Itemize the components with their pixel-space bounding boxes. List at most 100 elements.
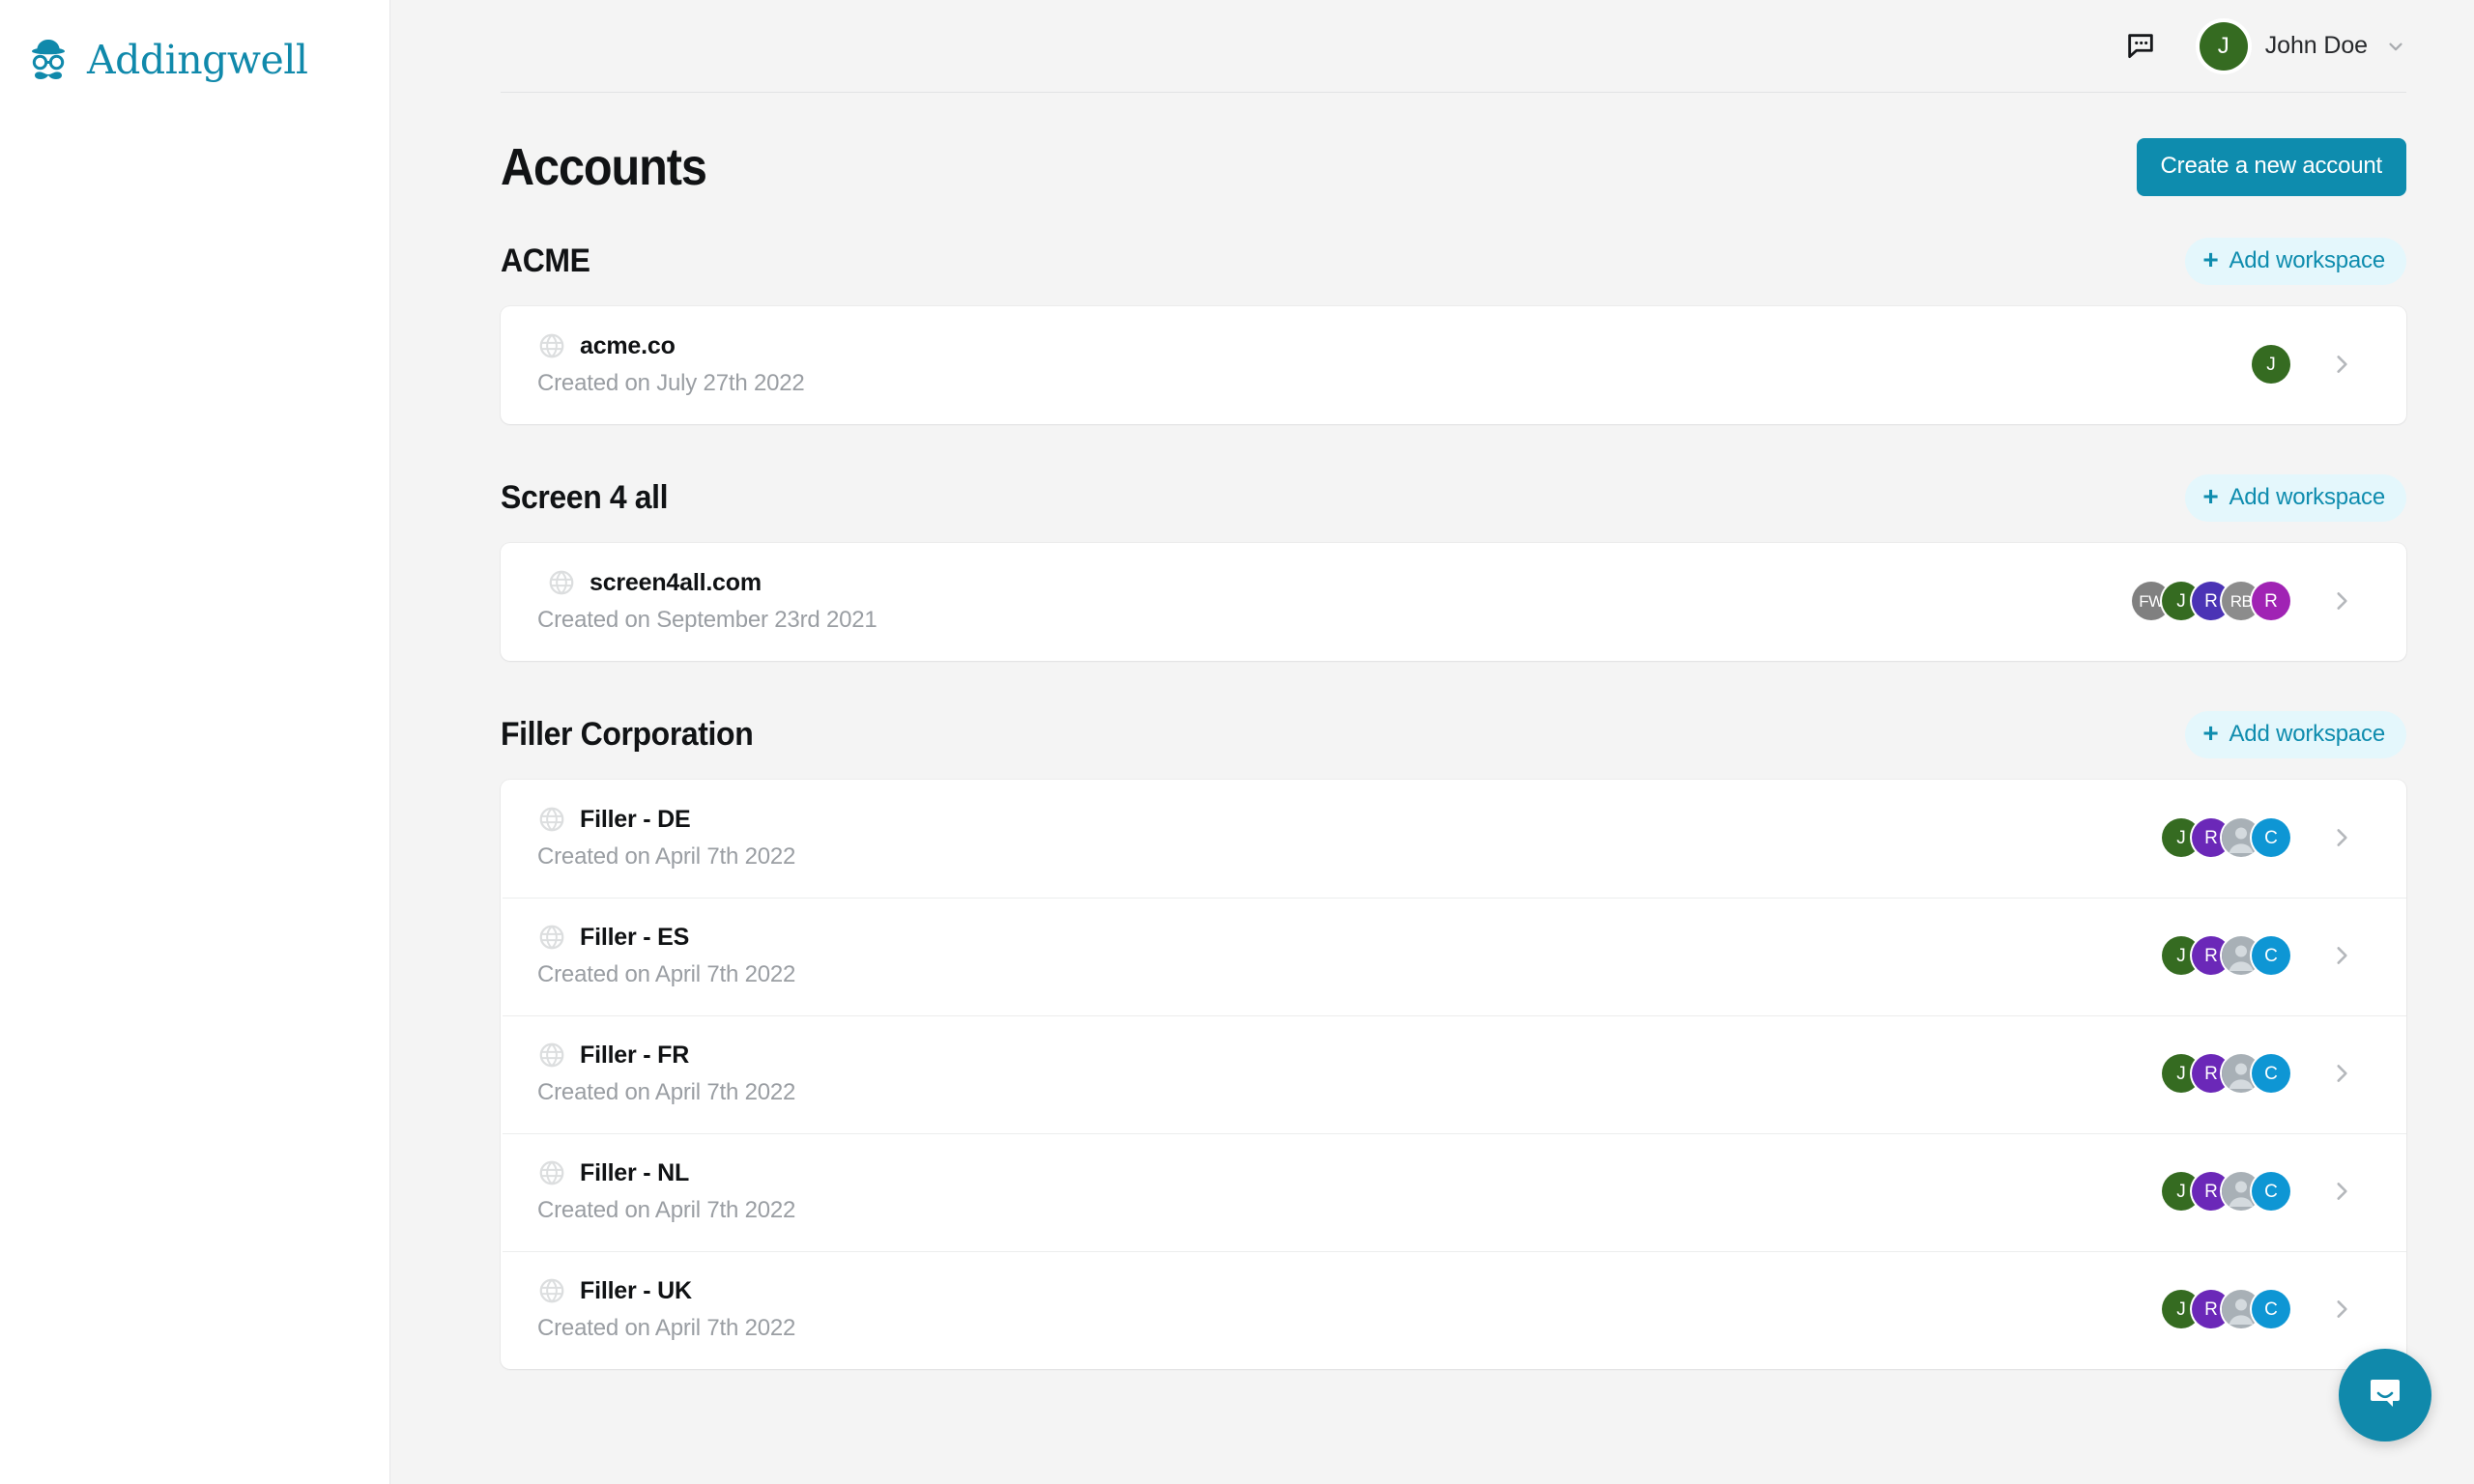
account-group: Screen 4 all + Add workspace screen4all.com… [501, 474, 2406, 661]
globe-icon [537, 923, 566, 952]
workspace-row[interactable]: Filler - DE Created on April 7th 2022 J R C [501, 780, 2406, 898]
sidebar: Addingwell [0, 0, 390, 1484]
workspace-row[interactable]: Filler - UK Created on April 7th 2022 J R C [501, 1251, 2406, 1369]
member-avatar: J [2252, 345, 2290, 384]
account-groups: ACME + Add workspace acme.co Created on July… [501, 238, 2406, 1369]
member-avatar: C [2252, 936, 2290, 975]
create-account-button[interactable]: Create a new account [2136, 138, 2406, 196]
add-workspace-button[interactable]: + Add workspace [2185, 711, 2406, 758]
workspace-created-date: Created on September 23rd 2021 [537, 607, 877, 633]
member-avatar-group: JRC [2162, 936, 2290, 975]
account-group: ACME + Add workspace acme.co Created on July… [501, 238, 2406, 424]
chevron-right-icon[interactable] [2329, 943, 2354, 968]
chevron-right-icon[interactable] [2329, 352, 2354, 377]
intercom-chat-icon [2362, 1370, 2408, 1421]
workspace-created-date: Created on April 7th 2022 [537, 1315, 796, 1341]
plus-icon: + [2202, 481, 2219, 511]
globe-icon [537, 805, 566, 834]
plus-icon: + [2202, 244, 2219, 274]
account-group-title: Filler Corporation [501, 716, 754, 753]
account-group-title: Screen 4 all [501, 479, 669, 516]
add-workspace-label: Add workspace [2229, 721, 2386, 747]
workspace-name: Filler - NL [580, 1158, 690, 1186]
member-avatar: C [2252, 818, 2290, 857]
brand-logo[interactable]: Addingwell [0, 27, 389, 85]
chevron-down-icon[interactable] [2385, 36, 2406, 57]
chevron-right-icon[interactable] [2329, 1297, 2354, 1322]
member-avatar: R [2252, 582, 2290, 620]
workspace-created-date: Created on April 7th 2022 [537, 843, 796, 870]
content: Accounts Create a new account ACME + Add w… [390, 93, 2474, 1369]
workspace-created-date: Created on July 27th 2022 [537, 370, 805, 396]
workspace-card: screen4all.com Created on September 23rd … [501, 543, 2406, 661]
chevron-right-icon[interactable] [2329, 825, 2354, 850]
member-avatar-group: JRC [2162, 1172, 2290, 1211]
add-workspace-label: Add workspace [2229, 247, 2386, 273]
workspace-name: screen4all.com [590, 568, 762, 596]
account-group-title: ACME [501, 243, 590, 279]
user-name: John Doe [2264, 32, 2368, 59]
workspace-row[interactable]: Filler - FR Created on April 7th 2022 J R C [501, 1015, 2406, 1133]
main-area: J John Doe Accounts Create a new account… [390, 0, 2474, 1484]
member-avatar: C [2252, 1290, 2290, 1328]
topbar: J John Doe [390, 0, 2474, 92]
workspace-info: Filler - DE Created on April 7th 2022 [537, 805, 795, 870]
user-menu[interactable]: J John Doe [2199, 21, 2406, 71]
chevron-right-icon[interactable] [2329, 1061, 2354, 1086]
account-group: Filler Corporation + Add workspace Filler -… [501, 711, 2406, 1369]
mustache-hat-glasses-icon [23, 35, 73, 85]
add-workspace-label: Add workspace [2229, 484, 2386, 510]
workspace-created-date: Created on April 7th 2022 [537, 1197, 796, 1223]
workspace-name: Filler - ES [580, 923, 690, 951]
page-title: Accounts [501, 138, 707, 196]
add-workspace-button[interactable]: + Add workspace [2185, 474, 2406, 522]
workspace-row[interactable]: Filler - NL Created on April 7th 2022 J R C [501, 1133, 2406, 1251]
workspace-meta: JRC [2162, 1172, 2354, 1211]
workspace-created-date: Created on April 7th 2022 [537, 1079, 796, 1105]
globe-icon [537, 1276, 566, 1305]
workspace-info: Filler - FR Created on April 7th 2022 [537, 1041, 795, 1106]
member-avatar-group: J [2252, 345, 2290, 384]
workspace-row[interactable]: screen4all.com Created on September 23rd … [501, 543, 2406, 661]
page-header: Accounts Create a new account [501, 93, 2406, 197]
workspace-name: acme.co [580, 331, 676, 359]
workspace-row[interactable]: Filler - ES Created on April 7th 2022 J R C [501, 898, 2406, 1015]
workspace-name: Filler - DE [580, 805, 691, 833]
workspace-row[interactable]: acme.co Created on July 27th 2022 J [501, 306, 2406, 424]
member-avatar-group: JRC [2162, 1054, 2290, 1093]
globe-icon [537, 1041, 566, 1070]
globe-icon [537, 331, 566, 360]
brand-name: Addingwell [87, 36, 308, 83]
workspace-name: Filler - FR [580, 1041, 690, 1069]
account-group-header: ACME + Add workspace [501, 238, 2406, 306]
chat-bubble-icon[interactable] [2122, 28, 2159, 65]
workspace-info: Filler - UK Created on April 7th 2022 [537, 1276, 795, 1342]
workspace-meta: JRC [2162, 1290, 2354, 1328]
chevron-right-icon[interactable] [2329, 588, 2354, 614]
workspace-card: acme.co Created on July 27th 2022 J [501, 306, 2406, 424]
workspace-info: acme.co Created on July 27th 2022 [537, 331, 805, 397]
workspace-meta: JRC [2162, 936, 2354, 975]
member-avatar-group: FW J R RB R [2132, 582, 2290, 620]
member-avatar-group: JRC [2162, 1290, 2290, 1328]
workspace-info: Filler - ES Created on April 7th 2022 [537, 923, 795, 988]
workspace-card: Filler - DE Created on April 7th 2022 J R C F… [501, 780, 2406, 1369]
globe-icon [537, 1158, 566, 1187]
workspace-info: screen4all.com Created on September 23rd … [537, 568, 877, 634]
add-workspace-button[interactable]: + Add workspace [2185, 238, 2406, 285]
member-avatar: C [2252, 1172, 2290, 1211]
member-avatar-group: JRC [2162, 818, 2290, 857]
intercom-launcher-button[interactable] [2339, 1349, 2431, 1441]
plus-icon: + [2202, 718, 2219, 748]
app-root: Addingwell J John Doe Accounts Create a … [0, 0, 2474, 1484]
workspace-meta: JRC [2162, 818, 2354, 857]
avatar: J [2199, 21, 2248, 71]
workspace-meta: J [2252, 345, 2354, 384]
workspace-info: Filler - NL Created on April 7th 2022 [537, 1158, 795, 1224]
workspace-name: Filler - UK [580, 1276, 692, 1304]
workspace-meta: FW J R RB R [2132, 582, 2354, 620]
account-group-header: Screen 4 all + Add workspace [501, 474, 2406, 543]
chevron-right-icon[interactable] [2329, 1179, 2354, 1204]
account-group-header: Filler Corporation + Add workspace [501, 711, 2406, 780]
workspace-created-date: Created on April 7th 2022 [537, 961, 796, 987]
